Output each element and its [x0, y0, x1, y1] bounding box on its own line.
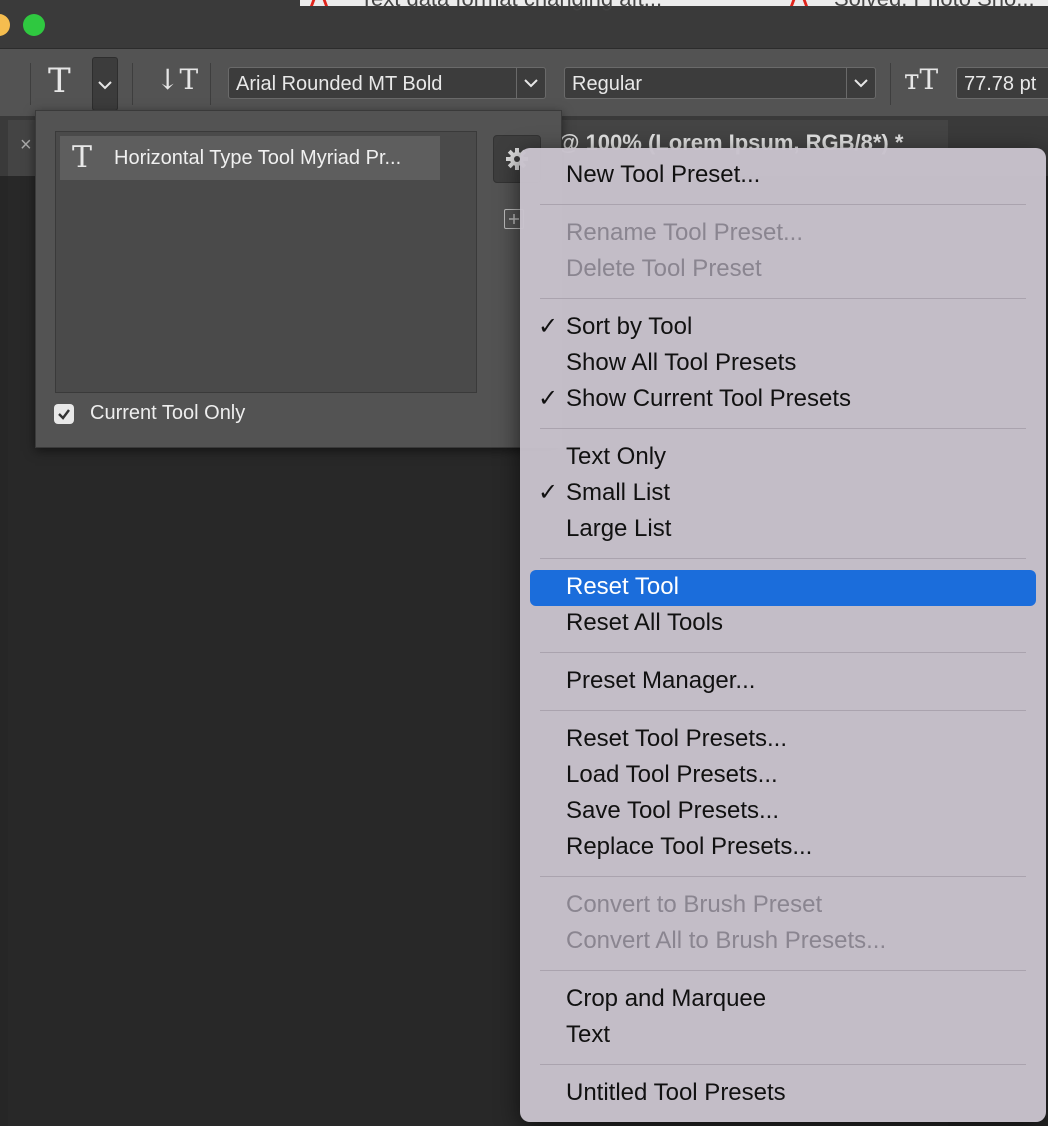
menu-item-text-only[interactable]: Text Only — [566, 441, 666, 473]
chevron-down-icon — [846, 68, 875, 98]
menu-item-rename-tool-preset[interactable]: Rename Tool Preset... — [566, 217, 803, 249]
menu-separator — [540, 298, 1026, 299]
checkmark-icon: ✓ — [538, 313, 559, 340]
menu-item-new-tool-preset[interactable]: New Tool Preset... — [566, 159, 760, 191]
menu-item-text[interactable]: Text — [566, 1019, 610, 1051]
menu-item-delete-tool-preset[interactable]: Delete Tool Preset — [566, 253, 762, 285]
font-size-icon: тT — [904, 63, 939, 96]
menu-item-untitled-tool-presets[interactable]: Untitled Tool Presets — [566, 1077, 786, 1109]
font-style-select[interactable]: Regular — [564, 67, 876, 99]
chevron-down-icon — [98, 81, 112, 90]
preset-list: T Horizontal Type Tool Myriad Pr... — [55, 131, 477, 393]
background-tab-title[interactable]: Text data format changing aft... — [360, 0, 662, 12]
menu-separator — [540, 710, 1026, 711]
menu-separator — [540, 1064, 1026, 1065]
chevron-down-icon — [516, 68, 545, 98]
font-style-value: Regular — [572, 73, 643, 95]
divider — [210, 63, 211, 105]
divider — [132, 63, 133, 105]
checkmark-icon: ✓ — [538, 385, 559, 412]
menu-item-show-current-tool-presets[interactable]: Show Current Tool Presets — [566, 383, 851, 415]
font-size-value: 77.78 pt — [964, 73, 1037, 95]
menu-separator — [540, 428, 1026, 429]
preset-options-menu: New Tool Preset... Rename Tool Preset...… — [520, 148, 1046, 1122]
menu-item-reset-all-tools[interactable]: Reset All Tools — [566, 607, 723, 639]
text-orientation-icon[interactable]: ↓T — [156, 63, 198, 96]
font-family-select[interactable]: Arial Rounded MT Bold — [228, 67, 546, 99]
checkmark-icon: ✓ — [538, 479, 559, 506]
menu-separator — [540, 558, 1026, 559]
checkmark-icon — [58, 409, 70, 420]
adobe-logo-icon — [790, 0, 808, 6]
menu-item-load-tool-presets[interactable]: Load Tool Presets... — [566, 759, 778, 791]
minimize-window-button[interactable] — [0, 14, 10, 36]
type-tool-icon[interactable]: T — [48, 61, 71, 101]
menu-item-preset-manager[interactable]: Preset Manager... — [566, 665, 755, 697]
menu-item-sort-by-tool[interactable]: Sort by Tool — [566, 311, 692, 343]
menu-separator — [540, 652, 1026, 653]
close-icon[interactable]: × — [20, 134, 32, 157]
adobe-logo-icon — [310, 0, 328, 6]
tool-preset-picker-button[interactable] — [92, 57, 118, 111]
menu-item-reset-tool[interactable]: Reset Tool — [566, 571, 679, 603]
options-bar: T ↓T Arial Rounded MT Bold Regular тT 77… — [0, 48, 1048, 117]
menu-separator — [540, 970, 1026, 971]
menu-item-convert-all-to-brush-presets[interactable]: Convert All to Brush Presets... — [566, 925, 886, 957]
menu-item-show-all-tool-presets[interactable]: Show All Tool Presets — [566, 347, 796, 379]
title-bar: Text data format changing aft... Solved:… — [0, 0, 1048, 48]
menu-separator — [540, 204, 1026, 205]
zoom-window-button[interactable] — [23, 14, 45, 36]
menu-item-large-list[interactable]: Large List — [566, 513, 671, 545]
menu-item-reset-tool-presets[interactable]: Reset Tool Presets... — [566, 723, 787, 755]
preset-item-label: Horizontal Type Tool Myriad Pr... — [114, 147, 402, 169]
menu-item-small-list[interactable]: Small List — [566, 477, 670, 509]
background-tab-title[interactable]: Solved: Photo Sho... — [834, 0, 1035, 12]
divider — [890, 63, 891, 105]
tool-preset-panel: T Horizontal Type Tool Myriad Pr... Curr… — [35, 110, 562, 448]
menu-item-convert-to-brush-preset[interactable]: Convert to Brush Preset — [566, 889, 822, 921]
menu-item-replace-tool-presets[interactable]: Replace Tool Presets... — [566, 831, 812, 863]
divider — [30, 63, 31, 105]
menu-item-save-tool-presets[interactable]: Save Tool Presets... — [566, 795, 779, 827]
list-item[interactable]: T Horizontal Type Tool Myriad Pr... — [60, 136, 440, 180]
type-tool-icon: T — [72, 140, 93, 175]
font-size-field[interactable]: 77.78 pt — [956, 67, 1048, 99]
current-tool-only-label: Current Tool Only — [90, 402, 246, 424]
font-family-value: Arial Rounded MT Bold — [236, 73, 443, 95]
menu-separator — [540, 876, 1026, 877]
menu-item-crop-and-marquee[interactable]: Crop and Marquee — [566, 983, 766, 1015]
current-tool-only-checkbox[interactable] — [54, 404, 74, 424]
